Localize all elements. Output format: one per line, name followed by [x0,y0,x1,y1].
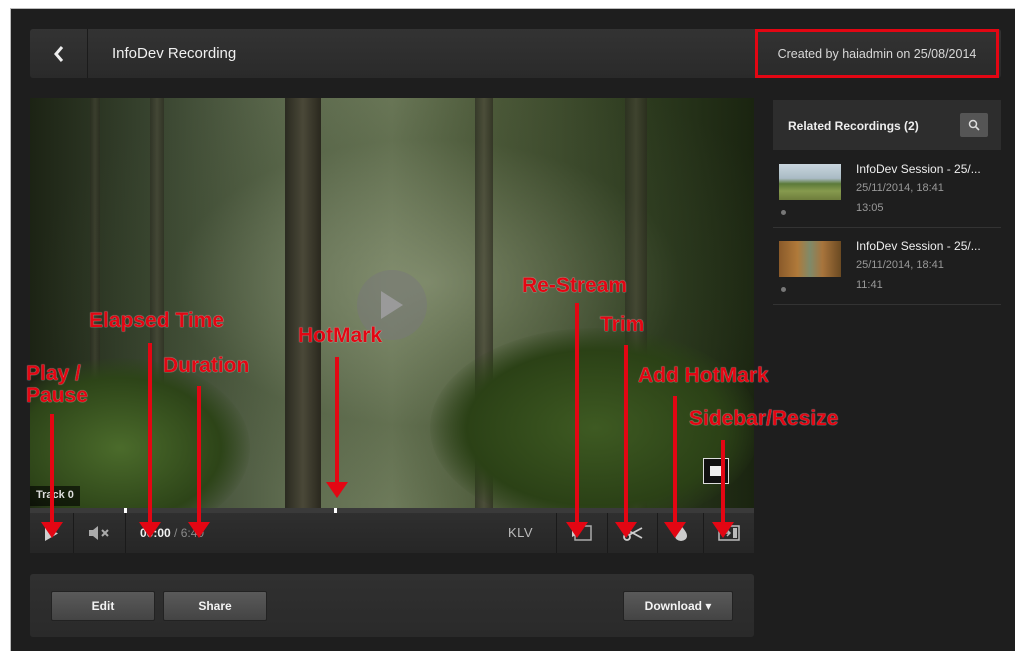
related-recordings-header: Related Recordings (2) [773,100,1001,150]
recording-thumbnail [779,241,841,277]
annotation-hotmark: HotMark [298,324,383,347]
related-recordings-title: Related Recordings (2) [788,119,919,133]
recording-thumbnail [779,164,841,200]
edit-button[interactable]: Edit [51,591,155,621]
annotation-arrow [615,345,637,538]
mute-icon [88,526,109,540]
status-dot [781,287,786,292]
download-button[interactable]: Download ▾ [623,591,733,621]
play-icon [381,291,403,319]
search-button[interactable] [960,113,988,137]
back-button[interactable] [30,29,88,78]
fullscreen-button[interactable] [703,458,729,484]
video-scene [285,98,321,508]
annotation-arrow [566,303,588,538]
annotation-arrow [664,396,686,538]
annotation-sidebar-resize: Sidebar/Resize [689,407,839,430]
recording-duration: 11:41 [856,279,883,291]
action-bar: Edit Share Download ▾ [30,574,754,637]
recording-date: 25/11/2014, 18:41 [856,259,944,271]
page-title: InfoDev Recording [112,45,237,62]
annotation-add-hotmark: Add HotMark [638,364,769,387]
recording-date: 25/11/2014, 18:41 [856,182,944,194]
recording-title: InfoDev Session - 25/... [856,162,981,176]
annotation-arrow [712,440,734,538]
annotation-arrow [139,343,161,538]
status-dot [781,210,786,215]
annotation-arrow [188,386,210,538]
klv-label[interactable]: KLV [508,525,533,540]
related-recording-item[interactable]: InfoDev Session - 25/... 25/11/2014, 18:… [773,235,1001,305]
track-label: Track 0 [30,486,80,506]
chevron-left-icon [53,45,63,62]
video-scene [150,98,164,398]
annotation-arrow [41,414,63,538]
share-button[interactable]: Share [163,591,267,621]
recording-title: InfoDev Session - 25/... [856,239,981,253]
annotation-arrow [326,357,348,498]
annotation-elapsed-time: Elapsed Time [89,309,225,332]
annotation-restream: Re-Stream [522,274,628,297]
related-recording-item[interactable]: InfoDev Session - 25/... 25/11/2014, 18:… [773,158,1001,228]
video-player[interactable]: Track 0 [30,98,754,508]
recording-duration: 13:05 [856,202,884,214]
annotation-trim: Trim [600,313,645,336]
mute-button[interactable] [74,513,126,553]
annotation-play-pause: Play / Pause [26,362,88,407]
created-by-label: Created by haiadmin on 25/08/2014 [755,29,999,78]
annotation-duration: Duration [163,354,250,377]
search-icon [968,119,980,131]
